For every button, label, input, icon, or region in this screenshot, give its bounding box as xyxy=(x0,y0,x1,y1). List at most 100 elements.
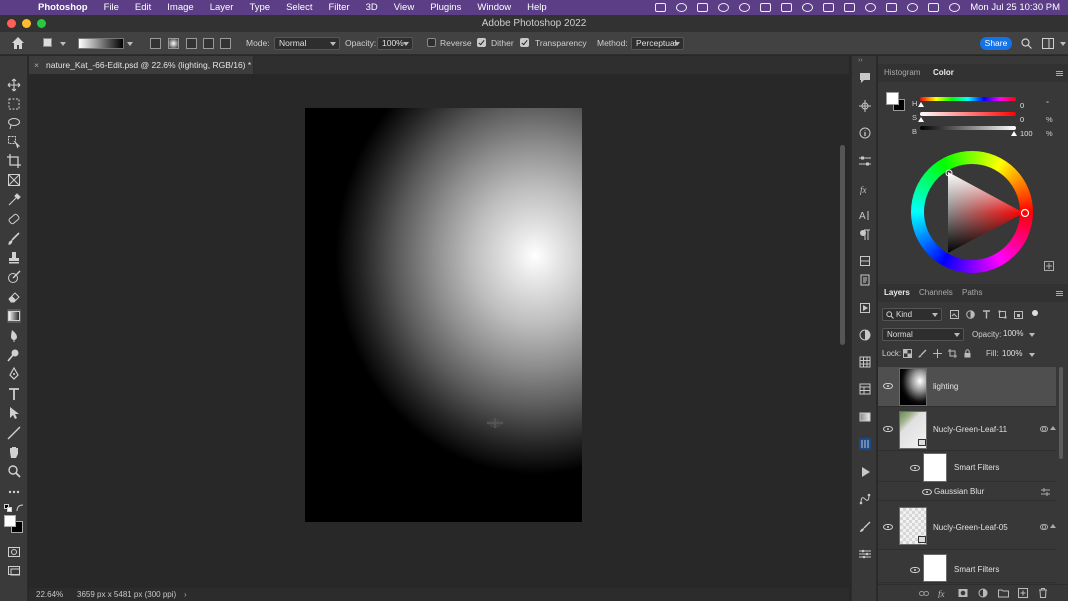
brush-tool-icon[interactable] xyxy=(7,232,21,246)
zoom-window-button[interactable] xyxy=(37,19,46,28)
menu-filter[interactable]: Filter xyxy=(320,0,357,15)
blur-tool-icon[interactable] xyxy=(7,329,21,343)
paragraph-icon[interactable] xyxy=(859,229,871,241)
filter-toggle-icon[interactable] xyxy=(1032,310,1038,316)
paths-icon[interactable] xyxy=(859,493,871,505)
adjustments-icon[interactable] xyxy=(859,155,871,167)
pen-tool-icon[interactable] xyxy=(7,366,21,381)
filter-type-icon[interactable] xyxy=(982,310,991,319)
lasso-tool-icon[interactable] xyxy=(7,116,21,130)
new-layer-icon[interactable] xyxy=(1018,588,1028,598)
close-window-button[interactable] xyxy=(7,19,16,28)
menu-layer[interactable]: Layer xyxy=(202,0,242,15)
new-adjustment-layer-icon[interactable] xyxy=(978,588,988,598)
menu-3d[interactable]: 3D xyxy=(358,0,386,15)
menu-image[interactable]: Image xyxy=(159,0,201,15)
layer-row[interactable]: Nucly-Green-Leaf-11 xyxy=(878,408,1056,451)
layer-name[interactable]: Nucly-Green-Leaf-05 xyxy=(933,523,1008,532)
grid-icon[interactable] xyxy=(823,3,835,12)
saturation-value[interactable]: 0 xyxy=(1020,115,1042,124)
filter-blending-options-icon[interactable] xyxy=(1041,488,1050,496)
brightness-slider[interactable] xyxy=(920,126,1016,130)
lock-position-icon[interactable] xyxy=(933,349,942,358)
method-select[interactable]: Perceptual xyxy=(631,37,684,50)
gradients-icon[interactable] xyxy=(859,411,871,423)
gradient-tool-icon[interactable] xyxy=(7,309,21,323)
radial-gradient-icon[interactable] xyxy=(168,38,179,49)
siri-icon[interactable] xyxy=(949,3,961,12)
tab-paths[interactable]: Paths xyxy=(962,284,982,302)
filter-adjustment-icon[interactable] xyxy=(966,310,975,319)
share-button[interactable]: Share xyxy=(980,37,1012,50)
clone-stamp-tool-icon[interactable] xyxy=(7,251,21,265)
minimize-window-button[interactable] xyxy=(22,19,31,28)
menu-type[interactable]: Type xyxy=(241,0,278,15)
visibility-eye-icon[interactable] xyxy=(883,524,893,530)
menu-view[interactable]: View xyxy=(386,0,422,15)
move-tool-icon[interactable] xyxy=(7,78,21,92)
camera-icon[interactable] xyxy=(655,3,667,12)
crop-tool-icon[interactable] xyxy=(7,154,21,168)
healing-brush-tool-icon[interactable] xyxy=(7,212,21,226)
menu-plugins[interactable]: Plugins xyxy=(422,0,469,15)
workspace-icon[interactable] xyxy=(1042,38,1054,49)
dropbox-icon[interactable] xyxy=(697,3,709,12)
color-wheel[interactable] xyxy=(911,151,1033,273)
brightness-value[interactable]: 100 xyxy=(1020,129,1042,138)
filter-pixel-icon[interactable] xyxy=(950,310,959,319)
home-icon[interactable] xyxy=(11,36,25,50)
dither-checkbox[interactable] xyxy=(477,38,486,47)
filter-smart-object-icon[interactable] xyxy=(1014,310,1023,319)
type-tool-icon[interactable] xyxy=(7,387,21,401)
color-adjust-icon[interactable] xyxy=(859,329,871,341)
vertical-scrollbar[interactable] xyxy=(840,145,845,345)
tab-color[interactable]: Color xyxy=(933,64,954,82)
layers-scrollbar[interactable] xyxy=(1059,367,1063,459)
tab-channels[interactable]: Channels xyxy=(919,284,953,302)
layer-row[interactable]: Gaussian Blur xyxy=(878,483,1056,501)
control-center-icon[interactable] xyxy=(928,3,940,12)
panel-menu-icon[interactable] xyxy=(1056,71,1063,76)
swatches-icon[interactable] xyxy=(859,356,871,368)
layer-effects-icon[interactable] xyxy=(1040,425,1048,433)
sync-icon[interactable] xyxy=(739,3,751,12)
layer-row[interactable]: Smart Filters xyxy=(878,452,1056,482)
collapse-caret-icon[interactable] xyxy=(1050,524,1056,528)
status-menu-arrow[interactable]: › xyxy=(184,588,187,601)
angle-gradient-icon[interactable] xyxy=(186,38,197,49)
collapse-arrows-icon[interactable]: ›› xyxy=(858,57,872,64)
screen-mode-icon[interactable] xyxy=(7,564,21,578)
color-triangle[interactable] xyxy=(911,151,1033,273)
layers-panel-menu-icon[interactable] xyxy=(1056,291,1063,296)
blend-mode-select[interactable]: Normal xyxy=(882,328,964,341)
navigator-icon[interactable] xyxy=(859,100,871,112)
lock-image-pixels-icon[interactable] xyxy=(918,349,927,358)
play-actions-icon[interactable] xyxy=(859,466,871,478)
opacity-caret-icon[interactable] xyxy=(1029,333,1035,337)
layer-filter-select[interactable]: Kind xyxy=(882,308,942,321)
transparency-checkbox[interactable] xyxy=(520,38,529,47)
saturation-slider[interactable] xyxy=(920,112,1016,116)
gradient-preview[interactable] xyxy=(78,38,124,49)
default-colors-icon[interactable] xyxy=(4,504,12,512)
layer-name[interactable]: Nucly-Green-Leaf-11 xyxy=(933,425,1007,434)
layer-name[interactable]: Smart Filters xyxy=(954,565,999,574)
layer-row[interactable]: lighting xyxy=(878,367,1056,407)
menu-file[interactable]: File xyxy=(96,0,127,15)
more-tools-icon[interactable] xyxy=(7,485,21,499)
visibility-eye-icon[interactable] xyxy=(922,489,932,495)
menu-edit[interactable]: Edit xyxy=(127,0,159,15)
new-group-icon[interactable] xyxy=(998,588,1009,598)
add-mask-icon[interactable] xyxy=(958,588,968,598)
search-icon[interactable] xyxy=(1021,38,1032,49)
swap-colors-icon[interactable] xyxy=(16,504,24,512)
zoom-tool-icon[interactable] xyxy=(7,464,21,478)
comments-icon[interactable] xyxy=(859,72,871,84)
lock-transparent-pixels-icon[interactable] xyxy=(903,349,912,358)
hue-slider[interactable] xyxy=(920,97,1016,101)
menu-select[interactable]: Select xyxy=(278,0,320,15)
actions-icon[interactable] xyxy=(859,302,871,314)
hand-tool-icon[interactable] xyxy=(7,445,21,459)
bookmark-icon[interactable] xyxy=(781,3,793,12)
visibility-eye-icon[interactable] xyxy=(910,567,920,573)
